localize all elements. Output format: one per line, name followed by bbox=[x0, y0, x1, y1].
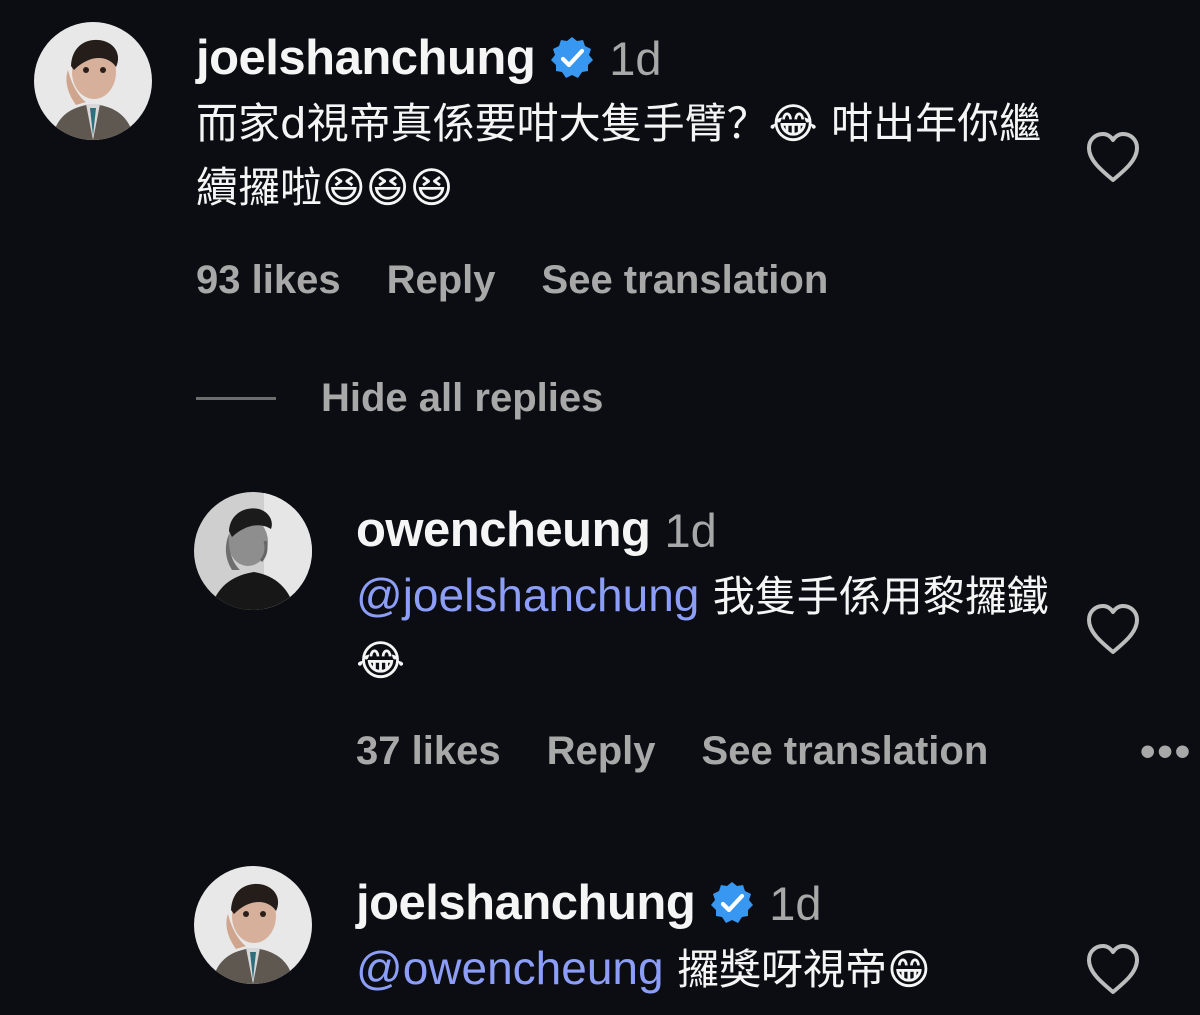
heart-icon[interactable] bbox=[1083, 130, 1143, 184]
avatar[interactable] bbox=[194, 492, 312, 610]
username[interactable]: owencheung bbox=[356, 502, 651, 558]
username[interactable]: joelshanchung bbox=[356, 875, 696, 931]
see-translation-button[interactable]: See translation bbox=[702, 729, 989, 774]
mention-link[interactable]: @joelshanchung bbox=[356, 569, 699, 621]
comment-text: @joelshanchung 我隻手係用黎攞鐵😂 bbox=[356, 563, 1056, 693]
more-icon[interactable]: ••• bbox=[1140, 727, 1192, 777]
heart-icon[interactable] bbox=[1083, 942, 1143, 996]
comment-time: 1d bbox=[769, 876, 822, 930]
hide-replies-label: Hide all replies bbox=[321, 376, 604, 420]
comment-text: @owencheung 攞獎呀視帝😁 bbox=[356, 936, 1056, 1002]
comment-actions: 93 likes Reply See translation bbox=[196, 258, 828, 303]
reply-button[interactable]: Reply bbox=[387, 258, 496, 303]
hide-replies-button[interactable]: Hide all replies bbox=[196, 376, 603, 421]
comment-header: joelshanchung 1d bbox=[196, 30, 662, 86]
comment-header: owencheung 1d bbox=[356, 502, 717, 558]
verified-badge-icon bbox=[709, 880, 755, 926]
comment-actions: 37 likes Reply See translation bbox=[356, 729, 988, 774]
verified-badge-icon bbox=[549, 35, 595, 81]
thread-divider bbox=[196, 397, 276, 400]
comment-header: joelshanchung 1d bbox=[356, 875, 822, 931]
see-translation-button[interactable]: See translation bbox=[542, 258, 829, 303]
comment-time: 1d bbox=[609, 31, 662, 85]
reply-button[interactable]: Reply bbox=[547, 729, 656, 774]
comment-time: 1d bbox=[664, 503, 717, 557]
username[interactable]: joelshanchung bbox=[196, 30, 536, 86]
mention-link[interactable]: @owencheung bbox=[356, 942, 664, 994]
comment-body: 攞獎呀視帝😁 bbox=[663, 945, 931, 994]
comment-text: 而家d視帝真係要咁大隻手臂？😂 咁出年你繼續攞啦😆😆😆 bbox=[196, 99, 1042, 212]
heart-icon[interactable] bbox=[1083, 602, 1143, 656]
likes-count[interactable]: 93 likes bbox=[196, 258, 341, 303]
avatar[interactable] bbox=[34, 22, 152, 140]
likes-count[interactable]: 37 likes bbox=[356, 729, 501, 774]
avatar[interactable] bbox=[194, 866, 312, 984]
